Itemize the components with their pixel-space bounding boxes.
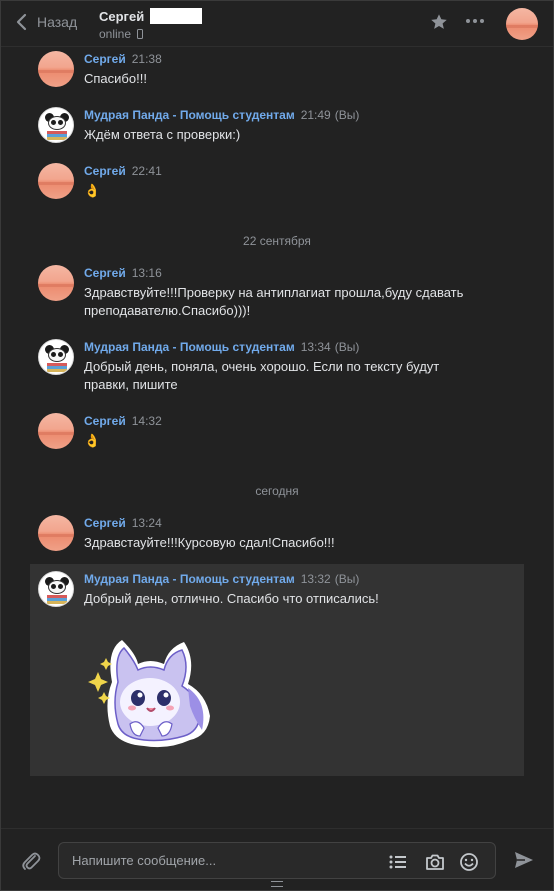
sender-avatar[interactable] [38, 265, 74, 301]
send-icon[interactable] [514, 851, 534, 869]
own-message-marker: (Вы) [334, 572, 360, 586]
message-time: 21:49 [300, 108, 331, 122]
message-text: Добрый день, поняла, очень хорошо. Если … [84, 359, 440, 392]
sender-avatar[interactable] [38, 51, 74, 87]
phone-icon [137, 29, 144, 39]
more-dots-icon[interactable] [466, 15, 484, 27]
own-message-marker: (Вы) [334, 340, 360, 354]
message-author[interactable]: Сергей [84, 164, 126, 178]
chat-header: Назад Сергей online [1, 1, 553, 47]
message-author[interactable]: Сергей [84, 266, 126, 280]
message-time: 13:24 [131, 516, 162, 530]
sender-avatar[interactable] [38, 339, 74, 375]
chat-window: Назад Сергей online Сергей 21:38 Спасибо!… [0, 0, 554, 891]
peer-info[interactable]: Сергей online [99, 8, 203, 41]
redacted-surname [150, 8, 203, 24]
message-text: Спасибо!!! [84, 71, 147, 86]
list-icon[interactable] [388, 852, 408, 872]
message-input-placeholder: Напишите сообщение... [72, 853, 217, 868]
message-text: 👌 [84, 183, 101, 198]
back-button[interactable]: Назад [15, 13, 77, 31]
peer-status: online [99, 27, 132, 41]
sender-avatar[interactable] [38, 163, 74, 199]
message-author[interactable]: Сергей [84, 414, 126, 428]
sender-avatar[interactable] [38, 413, 74, 449]
message-author[interactable]: Мудрая Панда - Помощь студентам [84, 108, 295, 122]
star-icon[interactable] [430, 13, 448, 31]
message-text: Здравствуйте!!!Проверку на антиплагиат п… [84, 285, 464, 318]
date-separator: 22 сентября [243, 234, 311, 248]
message-time: 21:38 [131, 52, 162, 66]
own-message-marker: (Вы) [334, 108, 360, 122]
message-text: 👌 [84, 433, 101, 448]
message-input[interactable]: Напишите сообщение... [58, 842, 496, 879]
message-time: 13:16 [131, 266, 162, 280]
message-text: Здравстауйте!!!Курсовую сдал!Спасибо!!! [84, 535, 335, 550]
sender-avatar[interactable] [38, 571, 74, 607]
message-author[interactable]: Сергей [84, 52, 126, 66]
message-time: 14:32 [131, 414, 162, 428]
peer-name: Сергей [99, 8, 145, 24]
resize-grip[interactable] [271, 881, 283, 887]
paperclip-icon[interactable] [20, 850, 42, 872]
message-text: Ждём ответа с проверки:) [84, 127, 241, 142]
back-label: Назад [37, 14, 78, 30]
sender-avatar[interactable] [38, 107, 74, 143]
message-author[interactable]: Мудрая Панда - Помощь студентам [84, 340, 295, 354]
message-author[interactable]: Сергей [84, 516, 126, 530]
cat-sticker[interactable] [84, 632, 214, 752]
header-avatar[interactable] [506, 8, 538, 40]
date-separator: сегодня [255, 484, 299, 498]
message-time: 22:41 [131, 164, 162, 178]
chevron-left-icon [16, 13, 27, 31]
message-time: 13:32 [300, 572, 331, 586]
message-time: 13:34 [300, 340, 331, 354]
smile-icon[interactable] [459, 852, 479, 872]
camera-icon[interactable] [425, 852, 445, 872]
message-author[interactable]: Мудрая Панда - Помощь студентам [84, 572, 295, 586]
sender-avatar[interactable] [38, 515, 74, 551]
message-text: Добрый день, отлично. Спасибо что отписа… [84, 591, 379, 606]
